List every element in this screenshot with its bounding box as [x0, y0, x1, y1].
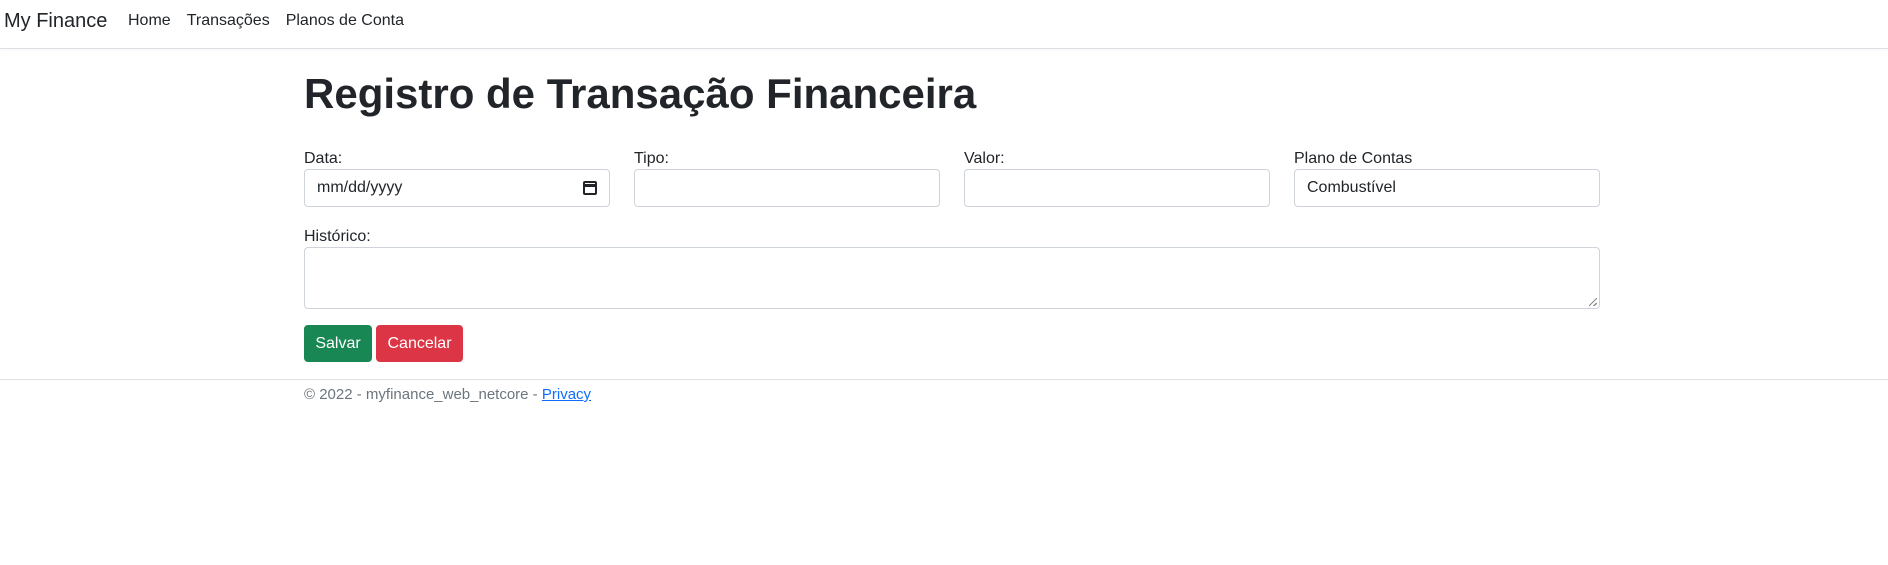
- footer: © 2022 - myfinance_web_netcore - Privacy: [0, 379, 1888, 403]
- tipo-input[interactable]: [634, 169, 940, 207]
- data-date-input[interactable]: mm/dd/yyyy: [304, 169, 610, 207]
- privacy-link[interactable]: Privacy: [542, 386, 591, 403]
- plano-de-contas-select[interactable]: Combustível: [1294, 169, 1600, 207]
- valor-label: Valor:: [964, 150, 1005, 167]
- save-button[interactable]: Salvar: [304, 325, 372, 362]
- valor-input[interactable]: [964, 169, 1270, 207]
- resize-grip-icon[interactable]: [1589, 298, 1597, 306]
- date-placeholder: mm/dd/yyyy: [317, 179, 403, 196]
- plano-de-contas-label: Plano de Contas: [1294, 150, 1413, 167]
- footer-copyright: © 2022 - myfinance_web_netcore -: [304, 386, 542, 403]
- historico-label: Histórico:: [304, 228, 371, 245]
- data-label: Data:: [304, 150, 343, 167]
- nav-link-planos-de-conta[interactable]: Planos de Conta: [286, 11, 404, 31]
- tipo-label: Tipo:: [634, 150, 669, 167]
- historico-textarea[interactable]: [304, 247, 1600, 309]
- page-title: Registro de Transação Financeira: [304, 70, 977, 117]
- cancel-button[interactable]: Cancelar: [376, 325, 463, 362]
- footer-text: © 2022 - myfinance_web_netcore - Privacy: [304, 385, 591, 405]
- nav-link-transacoes[interactable]: Transações: [187, 11, 270, 31]
- nav-links: Home Transações Planos de Conta: [128, 11, 420, 31]
- brand-link[interactable]: My Finance: [4, 9, 107, 33]
- plano-de-contas-value: Combustível: [1307, 179, 1396, 196]
- calendar-icon[interactable]: [583, 181, 597, 195]
- top-navbar: My Finance Home Transações Planos de Con…: [0, 0, 1888, 49]
- nav-link-home[interactable]: Home: [128, 11, 171, 31]
